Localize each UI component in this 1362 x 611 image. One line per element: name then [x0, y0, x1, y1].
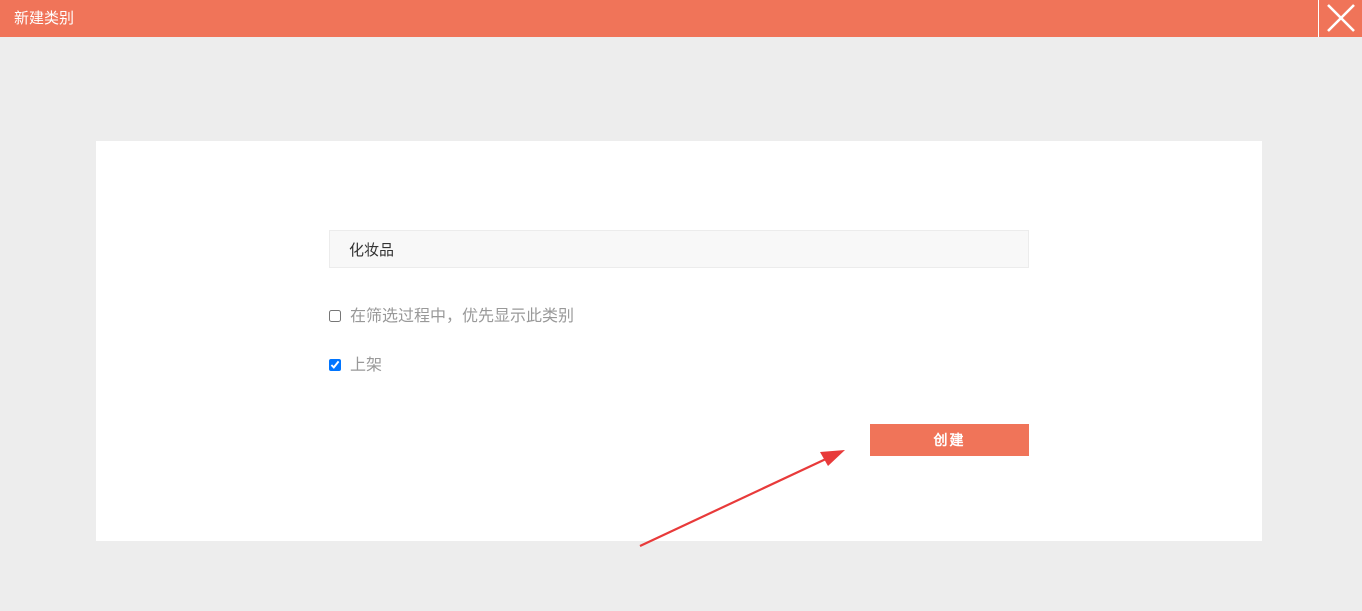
- form-panel: 在筛选过程中，优先显示此类别 上架 创建: [96, 141, 1262, 541]
- listed-checkbox-row[interactable]: 上架: [329, 354, 382, 376]
- priority-checkbox-row[interactable]: 在筛选过程中，优先显示此类别: [329, 305, 574, 327]
- listed-checkbox-label: 上架: [350, 355, 383, 374]
- close-icon: [1327, 4, 1355, 32]
- window-title: 新建类别: [14, 9, 75, 27]
- priority-checkbox[interactable]: [329, 310, 341, 322]
- listed-checkbox[interactable]: [329, 359, 341, 371]
- close-button[interactable]: [1318, 0, 1362, 37]
- create-button[interactable]: 创建: [870, 424, 1029, 456]
- category-name-input[interactable]: [329, 230, 1029, 268]
- title-bar: 新建类别: [0, 0, 1362, 37]
- priority-checkbox-label: 在筛选过程中，优先显示此类别: [350, 306, 575, 325]
